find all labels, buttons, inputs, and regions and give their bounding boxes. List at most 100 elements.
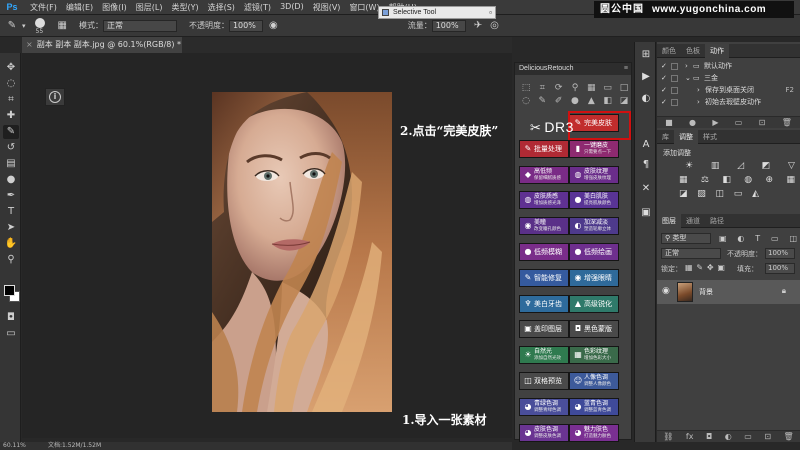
hue-icon[interactable]: ▦ <box>679 175 688 185</box>
lock-pixels-icon[interactable]: ▦ <box>685 263 693 272</box>
lock-move-icon[interactable]: ✥ <box>707 263 714 272</box>
dr-button[interactable]: ◉ 增强眼睛 <box>569 268 619 287</box>
curves-icon[interactable]: ◿ <box>737 161 744 171</box>
document-tab[interactable]: × 副本 副本 副本.jpg @ 60.1%(RGB/8) * <box>22 37 182 53</box>
dr-button[interactable]: ◫ 双格预览 <box>519 372 569 390</box>
brush-panel-icon[interactable]: ▦ <box>58 20 67 32</box>
tab-adjustments[interactable]: 调整 <box>674 129 698 144</box>
toggle-dialog-box[interactable] <box>671 75 678 82</box>
menu-item[interactable]: 图层(L) <box>136 2 163 13</box>
tab-channels[interactable]: 通道 <box>681 214 705 228</box>
brush-preset-picker[interactable]: 55 <box>32 17 48 35</box>
menu-item[interactable]: 图像(I) <box>102 2 127 13</box>
action-save-desktop[interactable]: ✓ › 保存到桌面关闭 F2 <box>657 85 800 96</box>
pressure-size-icon[interactable]: ◎ <box>490 20 499 32</box>
adjustments-icon[interactable]: ◐ <box>639 92 653 106</box>
action-chevron-icon[interactable]: › <box>697 85 700 96</box>
check-icon[interactable]: ✓ <box>661 97 667 108</box>
tab-libraries[interactable]: 库 <box>657 130 674 144</box>
dr-button[interactable]: ◕ 青绿色调 调整青绿色调 <box>519 397 569 416</box>
blend-mode-select[interactable]: 正常 <box>661 248 721 259</box>
grid-icon[interactable]: ▦ <box>586 83 596 93</box>
spot-healing-tool-icon[interactable]: ✚ <box>3 109 19 123</box>
chevron-down-icon[interactable]: ▾ <box>22 20 26 32</box>
brush-icon[interactable]: ✐ <box>554 96 564 106</box>
bw-icon[interactable]: ◧ <box>722 175 731 185</box>
stamp-icon[interactable]: ▲ <box>586 96 596 106</box>
hand-tool-icon[interactable]: ✋ <box>3 237 19 251</box>
check-icon[interactable]: ✓ <box>661 61 667 72</box>
dr-button[interactable]: ◘ 黑色蒙版 <box>569 320 619 339</box>
selective-color-icon[interactable]: ◭ <box>752 189 759 199</box>
opacity-field[interactable]: 100% <box>228 19 263 32</box>
invert-icon[interactable]: ◪ <box>679 189 688 199</box>
new-layer-icon[interactable]: ⊡ <box>764 432 771 441</box>
action-set-default[interactable]: ✓ › ▭ 默认动作 <box>657 61 800 72</box>
filter-type-icon[interactable]: T <box>755 234 760 243</box>
panel-menu-icon[interactable]: ≡ <box>624 63 628 75</box>
pen-icon[interactable]: ✎ <box>537 96 547 106</box>
tab-layers[interactable]: 图层 <box>657 213 681 228</box>
action-chevron-icon[interactable]: › <box>685 61 688 72</box>
flow-field[interactable]: 100% <box>431 19 466 32</box>
adjustment-layer-icon[interactable]: ◐ <box>725 432 732 441</box>
dr-button[interactable]: ● 美白肌肤 提亮肌肤颜色 <box>569 191 619 210</box>
dr-button[interactable]: ♆ 美白牙齿 <box>519 294 569 313</box>
action-chevron-icon[interactable]: ⌄ <box>685 73 691 84</box>
gradient-map-icon[interactable]: ▭ <box>734 189 743 199</box>
new-set-icon[interactable]: ▭ <box>735 118 743 127</box>
check-icon[interactable]: ✓ <box>661 85 667 96</box>
selective-tool-window[interactable]: Selective Tool ▫ <box>378 6 496 19</box>
close-tab-icon[interactable]: × <box>26 40 33 49</box>
dr-button[interactable]: ● 低频模糊 <box>519 243 569 261</box>
swap-icon[interactable]: ◪ <box>619 96 629 106</box>
layer-filter-select[interactable]: ⚲ 类型 <box>661 233 711 244</box>
mode-select[interactable]: 正常 <box>102 19 177 32</box>
dr-button[interactable]: ☀ 自然光 添加自然光效 <box>519 346 569 365</box>
fx-icon[interactable]: fx <box>686 432 694 441</box>
menu-item[interactable]: 编辑(E) <box>66 2 93 13</box>
dodge-tool-icon[interactable]: ● <box>3 173 19 187</box>
collapsed-info-panel[interactable]: i <box>45 88 65 106</box>
fill-field[interactable]: 100% <box>765 263 795 274</box>
toggle-dialog-box[interactable] <box>671 99 678 106</box>
photo-filter-icon[interactable]: ◍ <box>744 175 752 185</box>
toggle-dialog-box[interactable] <box>671 63 678 70</box>
rotate-icon[interactable]: ⟳ <box>554 83 564 93</box>
lock-all-icon[interactable]: ▣ <box>717 263 725 272</box>
quick-mask-icon[interactable]: ◘ <box>3 311 19 325</box>
vibrance-icon[interactable]: ▽ <box>788 161 795 171</box>
dr-button[interactable]: ▲ 高级锐化 <box>569 294 619 313</box>
paragraph-icon[interactable]: ¶ <box>639 158 653 172</box>
gradient-tool-icon[interactable]: ▤ <box>3 157 19 171</box>
dr-button[interactable]: ◕ 皮肤色调 调整皮肤色调 <box>519 423 569 442</box>
dr-button[interactable]: ✎ 批量处理 <box>519 139 569 158</box>
menu-item[interactable]: 滤镜(T) <box>244 2 271 13</box>
menu-item[interactable]: 窗口(W) <box>349 2 379 13</box>
threshold-icon[interactable]: ◫ <box>716 189 725 199</box>
group-icon[interactable]: ▭ <box>744 432 752 441</box>
brightness-icon[interactable]: ☀ <box>685 161 693 171</box>
levels-icon[interactable]: ▥ <box>711 161 720 171</box>
filter-shape-icon[interactable]: ▭ <box>771 234 779 243</box>
path-selection-tool-icon[interactable]: ➤ <box>3 221 19 235</box>
toggle-dialog-box[interactable] <box>671 87 678 94</box>
properties-icon[interactable]: ▣ <box>639 206 653 220</box>
trash-icon[interactable]: 🗑 <box>784 432 794 441</box>
dr-button[interactable]: ✎ 智能修复 <box>519 268 569 287</box>
action-chevron-icon[interactable]: › <box>697 97 700 108</box>
posterize-icon[interactable]: ▨ <box>697 189 706 199</box>
lock-brush-icon[interactable]: ✎ <box>696 263 703 272</box>
tab-swatches[interactable]: 色板 <box>681 44 705 58</box>
mixer-icon[interactable]: ⊕ <box>766 175 774 185</box>
foreground-color-swatch[interactable] <box>4 285 15 296</box>
zoom-icon[interactable]: ⚲ <box>570 83 580 93</box>
eye-icon[interactable]: ◉ <box>662 286 670 296</box>
drop-icon[interactable]: ● <box>570 96 580 106</box>
check-icon[interactable]: ✓ <box>661 73 667 84</box>
history-brush-tool-icon[interactable]: ↺ <box>3 141 19 155</box>
dr-shortcut-icon[interactable]: ✕ <box>639 182 653 196</box>
airbrush-icon[interactable]: ✈ <box>474 20 482 32</box>
menu-item[interactable]: 视图(V) <box>313 2 341 13</box>
tab-styles[interactable]: 样式 <box>698 130 722 144</box>
